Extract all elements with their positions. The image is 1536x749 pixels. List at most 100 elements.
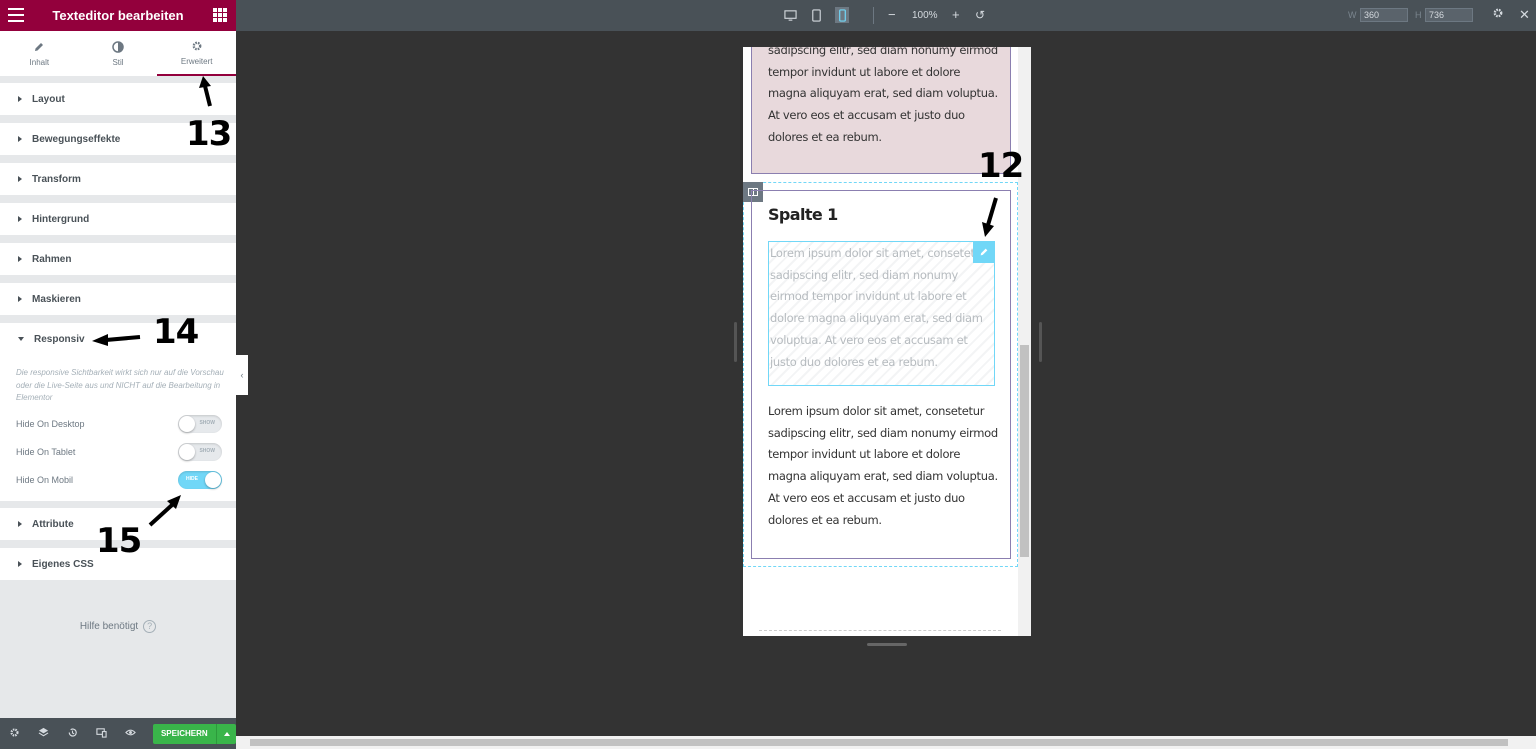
add-section-area: [759, 630, 1001, 631]
control-label: Hide On Desktop: [16, 419, 85, 429]
panel-tabs: Inhalt Stil Erweitert: [0, 31, 237, 76]
caret-down-icon: [18, 337, 24, 341]
scroll-thumb[interactable]: [250, 739, 1508, 746]
annotation-number: 12: [978, 146, 1024, 186]
tab-label: Inhalt: [29, 57, 50, 67]
hide-on-tablet-row: Hide On Tablet SHOW: [16, 442, 222, 462]
section-transform[interactable]: Transform: [0, 163, 236, 195]
hide-on-desktop-row: Hide On Desktop SHOW: [16, 414, 222, 434]
caret-right-icon: [18, 256, 22, 262]
panel-header: Texteditor bearbeiten: [0, 0, 236, 31]
mobile-device-icon[interactable]: [835, 7, 849, 23]
settings-icon[interactable]: [8, 727, 21, 740]
section-responsiv[interactable]: Responsiv: [0, 323, 236, 355]
pencil-icon: [35, 42, 44, 51]
hide-on-desktop-switch[interactable]: SHOW: [178, 415, 222, 433]
gear-icon: [192, 41, 202, 50]
widgets-grid-icon[interactable]: [214, 9, 226, 21]
top-toolbar: − 100% + ↺ W 360 H 736 ✕: [236, 0, 1536, 31]
reset-zoom-icon[interactable]: ↺: [975, 7, 985, 23]
section-label: Attribute: [32, 518, 74, 530]
mobile-preview: sadipscing elitr, sed diam nonumy eirmod…: [743, 47, 1031, 636]
help-label: Hilfe benötigt: [79, 621, 139, 632]
help-link[interactable]: Hilfe benötigt ?: [0, 620, 236, 633]
horizontal-scrollbar[interactable]: [236, 736, 1536, 749]
contrast-icon: [112, 40, 124, 53]
panel-footer: SPEICHERN: [0, 718, 236, 749]
resize-left-handle[interactable]: [734, 322, 737, 362]
section-label: Transform: [32, 173, 81, 185]
tab-inhalt[interactable]: Inhalt: [0, 31, 79, 76]
chevron-left-icon: ‹: [240, 370, 244, 380]
previous-column: sadipscing elitr, sed diam nonumy eirmod…: [751, 47, 1011, 174]
switch-knob: [179, 444, 195, 460]
collapse-panel-button[interactable]: ‹: [236, 355, 248, 395]
switch-state: HIDE: [186, 476, 198, 482]
desktop-device-icon[interactable]: [783, 7, 797, 23]
scroll-thumb[interactable]: [1020, 345, 1029, 557]
tablet-device-icon[interactable]: [809, 7, 823, 23]
tab-erweitert[interactable]: Erweitert: [157, 31, 237, 76]
section-hintergrund[interactable]: Hintergrund: [0, 203, 236, 235]
width-label: W: [1348, 10, 1357, 20]
hidden-text-widget[interactable]: Lorem ipsum dolor sit amet, consetetur s…: [768, 241, 995, 386]
column-heading: Spalte 1: [768, 205, 838, 224]
preview-scrollbar[interactable]: [1018, 47, 1031, 636]
tab-label: Erweitert: [180, 56, 213, 66]
hide-on-mobile-row: Hide On Mobil HIDE: [16, 470, 222, 490]
question-icon: ?: [143, 620, 157, 633]
caret-right-icon: [18, 176, 22, 182]
save-options-button[interactable]: [216, 723, 236, 744]
editor-panel: Texteditor bearbeiten Inhalt Stil Erweit…: [0, 0, 237, 749]
close-icon[interactable]: ✕: [1519, 7, 1530, 23]
height-input[interactable]: 736: [1425, 8, 1473, 22]
hide-on-mobile-switch[interactable]: HIDE: [178, 471, 222, 489]
section-label: Rahmen: [32, 253, 72, 265]
layers-icon[interactable]: [37, 727, 50, 740]
elementor-editor: Texteditor bearbeiten Inhalt Stil Erweit…: [0, 0, 1536, 749]
resize-bottom-handle[interactable]: [867, 643, 907, 646]
hide-on-tablet-switch[interactable]: SHOW: [178, 443, 222, 461]
section-label: Layout: [32, 93, 65, 105]
preview-eye-icon[interactable]: [124, 727, 137, 740]
responsive-note: Die responsive Sichtbarkeit wirkt sich n…: [16, 368, 224, 402]
switch-state: SHOW: [199, 448, 215, 454]
caret-right-icon: [18, 216, 22, 222]
zoom-level: 100%: [912, 10, 938, 21]
tab-stil[interactable]: Stil: [79, 31, 158, 76]
section-label: Responsiv: [34, 333, 85, 345]
height-label: H: [1415, 10, 1422, 20]
save-button[interactable]: SPEICHERN: [152, 723, 217, 744]
annotation-number: 14: [153, 312, 199, 352]
zoom-out-icon[interactable]: −: [888, 7, 896, 23]
section-label: Bewegungseffekte: [32, 133, 121, 145]
section-rahmen[interactable]: Rahmen: [0, 243, 236, 275]
caret-right-icon: [18, 521, 22, 527]
panel-title: Texteditor bearbeiten: [52, 8, 184, 23]
annotation-number: 13: [186, 114, 232, 154]
hidden-text: Lorem ipsum dolor sit amet, consetetur s…: [770, 246, 987, 369]
zoom-in-icon[interactable]: +: [952, 7, 960, 23]
column-spalte-1[interactable]: Spalte 1 Lorem ipsum dolor sit amet, con…: [751, 190, 1011, 559]
hamburger-menu-icon[interactable]: [8, 8, 24, 22]
responsive-mode-icon[interactable]: [95, 727, 108, 740]
caret-right-icon: [18, 561, 22, 567]
width-input[interactable]: 360: [1360, 8, 1408, 22]
tab-label: Stil: [112, 57, 124, 67]
section-maskieren[interactable]: Maskieren: [0, 283, 236, 315]
section-label: Maskieren: [32, 293, 81, 305]
settings-gear-icon[interactable]: [1492, 7, 1504, 23]
resize-right-handle[interactable]: [1039, 322, 1042, 362]
history-icon[interactable]: [66, 727, 79, 740]
control-label: Hide On Mobil: [16, 475, 74, 485]
visible-text-widget[interactable]: Lorem ipsum dolor sit amet, consetetur s…: [768, 401, 1000, 531]
toolbar-divider: [873, 7, 874, 24]
section-layout[interactable]: Layout: [0, 83, 236, 115]
annotation-number: 15: [96, 521, 142, 561]
chevron-up-icon: [223, 731, 230, 736]
text-block: sadipscing elitr, sed diam nonumy eirmod…: [768, 47, 998, 144]
responsive-settings: Die responsive Sichtbarkeit wirkt sich n…: [0, 355, 236, 501]
caret-right-icon: [18, 136, 22, 142]
edit-widget-pencil-icon[interactable]: [973, 241, 995, 263]
switch-state: SHOW: [199, 420, 215, 426]
